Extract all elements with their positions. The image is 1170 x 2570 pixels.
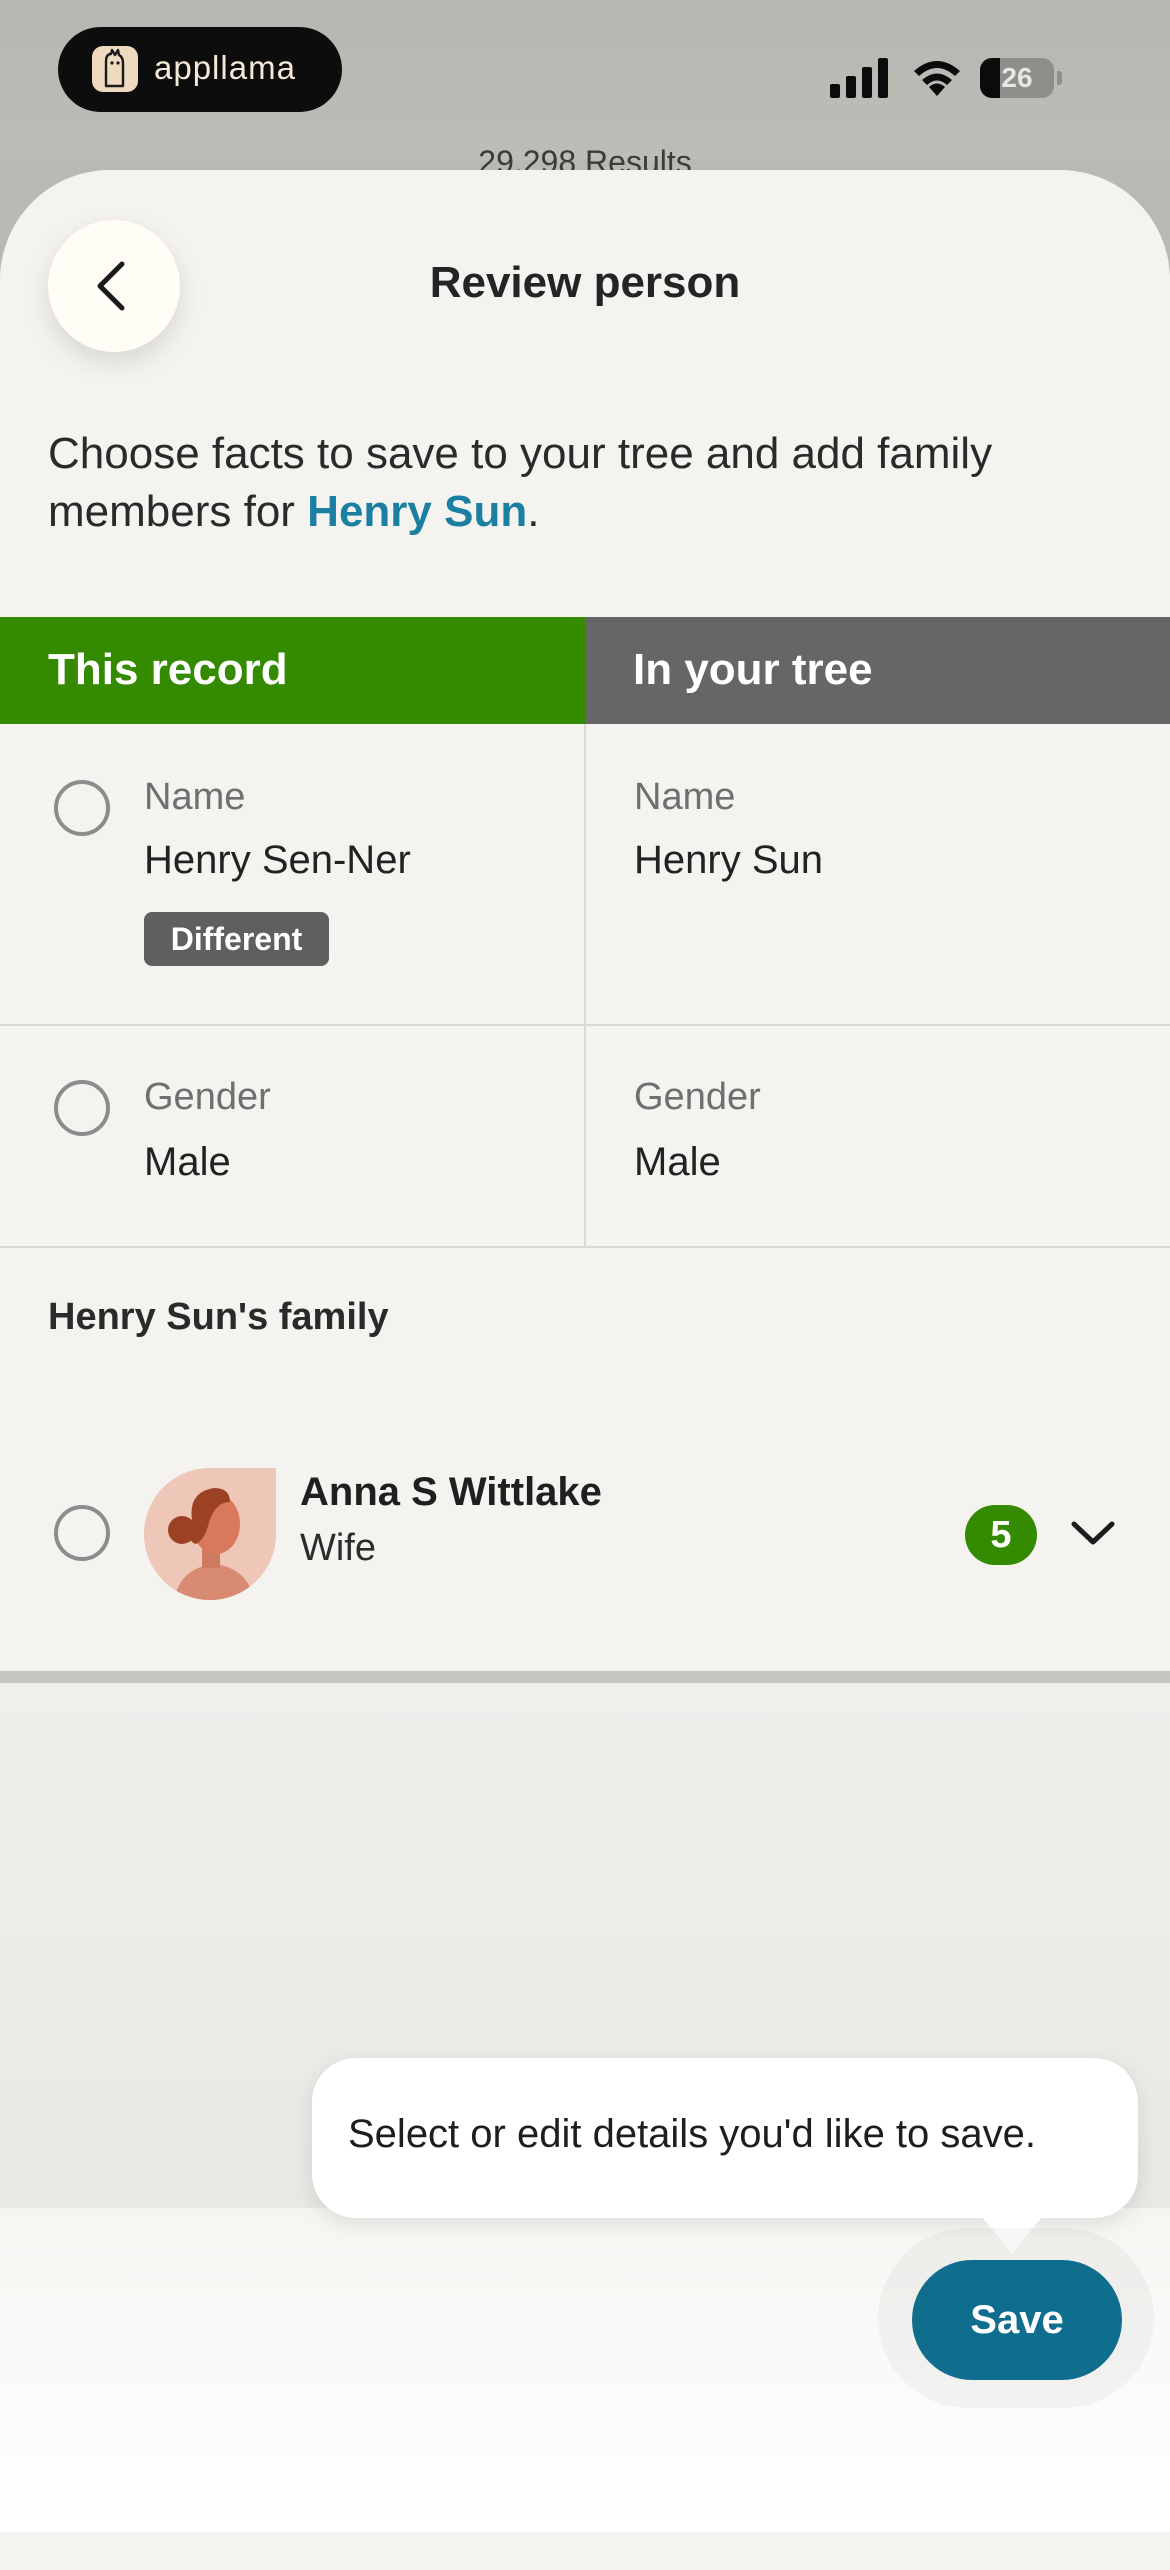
- intro-text: Choose facts to save to your tree and ad…: [48, 425, 1098, 541]
- name-tree-label: Name: [634, 776, 736, 818]
- tooltip-text: Select or edit details you'd like to sav…: [348, 2112, 1037, 2156]
- avatar: [144, 1468, 276, 1600]
- chevron-down-icon[interactable]: [1070, 1518, 1116, 1548]
- save-tooltip: Select or edit details you'd like to sav…: [312, 2058, 1138, 2218]
- gender-tree-value: Male: [634, 1140, 721, 1184]
- name-fact-label: Name: [144, 776, 246, 818]
- gender-tree-label: Gender: [634, 1076, 761, 1118]
- intro-suffix: .: [527, 487, 540, 536]
- gender-fact-radio[interactable]: [54, 1080, 110, 1136]
- family-section-title: Henry Sun's family: [48, 1296, 389, 1338]
- record-count-badge: 5: [965, 1505, 1037, 1565]
- in-your-tree-header: In your tree: [585, 617, 1170, 724]
- battery-level: 26: [1001, 62, 1033, 93]
- gender-fact-label: Gender: [144, 1076, 271, 1118]
- row-divider: [0, 1246, 1170, 1248]
- page-title: Review person: [429, 258, 741, 307]
- signal-icon: [830, 58, 888, 98]
- llama-icon: [92, 46, 138, 92]
- in-your-tree-label: In your tree: [633, 645, 873, 694]
- this-record-header: This record: [0, 617, 585, 724]
- app-pill-label: appllama: [154, 49, 296, 86]
- app-pill[interactable]: appllama: [58, 27, 342, 112]
- row-divider: [0, 1024, 1170, 1026]
- section-divider: [0, 1671, 1170, 1683]
- gender-fact-record-value: Male: [144, 1140, 231, 1184]
- save-button[interactable]: Save: [912, 2260, 1122, 2380]
- name-fact-radio[interactable]: [54, 780, 110, 836]
- name-tree-value: Henry Sun: [634, 838, 823, 882]
- family-member-radio[interactable]: [54, 1505, 110, 1561]
- battery-cap: [1057, 71, 1062, 85]
- wifi-icon: [914, 61, 960, 96]
- battery-icon: 26: [980, 58, 1054, 98]
- different-badge: Different: [144, 912, 329, 966]
- name-fact-record-value: Henry Sen-Ner: [144, 838, 411, 882]
- this-record-label: This record: [48, 645, 288, 694]
- column-divider: [584, 724, 586, 1248]
- status-bar: appllama 26 29,298 Results: [0, 0, 1170, 180]
- person-link[interactable]: Henry Sun: [307, 487, 527, 536]
- family-member-name: Anna S Wittlake: [300, 1470, 602, 1514]
- family-member-relation: Wife: [300, 1527, 376, 1569]
